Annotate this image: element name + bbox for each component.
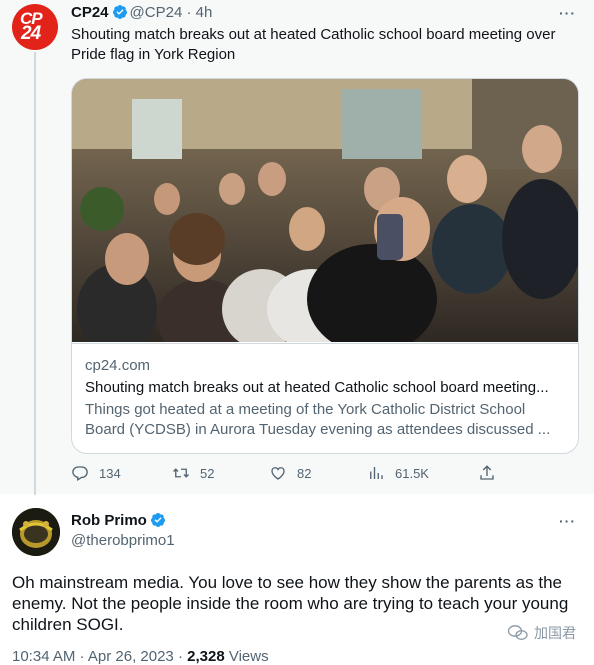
card-domain: cp24.com — [85, 357, 151, 374]
like-icon — [271, 467, 285, 480]
retweet-icon — [173, 468, 189, 478]
reply-tweet[interactable]: Rob Primo @therobprimo1 ··· Oh mainstrea… — [0, 495, 594, 665]
like-action[interactable]: 82 — [269, 462, 311, 484]
reply-header: Rob Primo — [71, 511, 168, 531]
rob-primo-avatar[interactable] — [12, 508, 60, 556]
link-card[interactable]: cp24.com Shouting match breaks out at he… — [71, 78, 579, 454]
views-action[interactable]: 61.5K — [367, 462, 429, 484]
share-icon — [480, 465, 494, 480]
tweet-meta: 10:34 AM · Apr 26, 2023 · 2,328 Views — [12, 648, 269, 665]
tweet-timestamp[interactable]: 10:34 AM · Apr 26, 2023 · — [12, 648, 183, 665]
card-description: Things got heated at a meeting of the Yo… — [85, 401, 551, 438]
reply-count: 134 — [99, 465, 121, 481]
retweet-action[interactable]: 52 — [172, 462, 214, 484]
verified-badge-icon — [112, 5, 127, 19]
more-icon[interactable]: ··· — [559, 513, 576, 529]
reply-text: Oh mainstream media. You love to see how… — [12, 573, 569, 634]
reply-author-name[interactable]: Rob Primo — [71, 512, 147, 529]
reply-icon — [72, 466, 88, 481]
tweet-actions: 134 52 82 61.5K — [71, 462, 511, 484]
reply-action[interactable]: 134 — [71, 462, 121, 484]
card-image — [72, 79, 578, 342]
separator-dot: · — [186, 4, 192, 21]
tweet-text: Shouting match breaks out at heated Cath… — [71, 26, 556, 63]
author-name[interactable]: CP24 — [71, 4, 109, 21]
avatar-logo-number: 24 — [21, 23, 41, 44]
watermark-text: 加国君 — [534, 625, 576, 641]
view-count: 2,328 — [187, 648, 225, 665]
more-icon[interactable]: ··· — [559, 5, 576, 21]
watermark: 加国君 — [508, 623, 576, 643]
retweet-count: 52 — [200, 465, 215, 481]
tweet-time[interactable]: 4h — [196, 4, 213, 21]
card-body[interactable]: cp24.com Shouting match breaks out at he… — [72, 343, 578, 453]
views-label: Views — [228, 648, 269, 665]
card-title: Shouting match breaks out at heated Cath… — [85, 379, 549, 396]
like-count: 82 — [297, 465, 312, 481]
reply-author-handle[interactable]: @therobprimo1 — [71, 532, 175, 549]
parent-tweet[interactable]: CP 24 CP24 @CP24 · 4h ··· Shouting match … — [0, 0, 594, 498]
wechat-icon — [508, 625, 528, 640]
views-count: 61.5K — [395, 465, 429, 481]
views-icon — [370, 467, 383, 479]
verified-badge-icon — [150, 513, 165, 527]
cp24-avatar[interactable]: CP 24 — [12, 4, 58, 50]
share-action[interactable] — [478, 462, 506, 484]
thread-line — [34, 52, 36, 498]
author-handle[interactable]: @CP24 — [130, 4, 183, 21]
tweet-header: CP24 @CP24 · 4h — [71, 4, 212, 22]
